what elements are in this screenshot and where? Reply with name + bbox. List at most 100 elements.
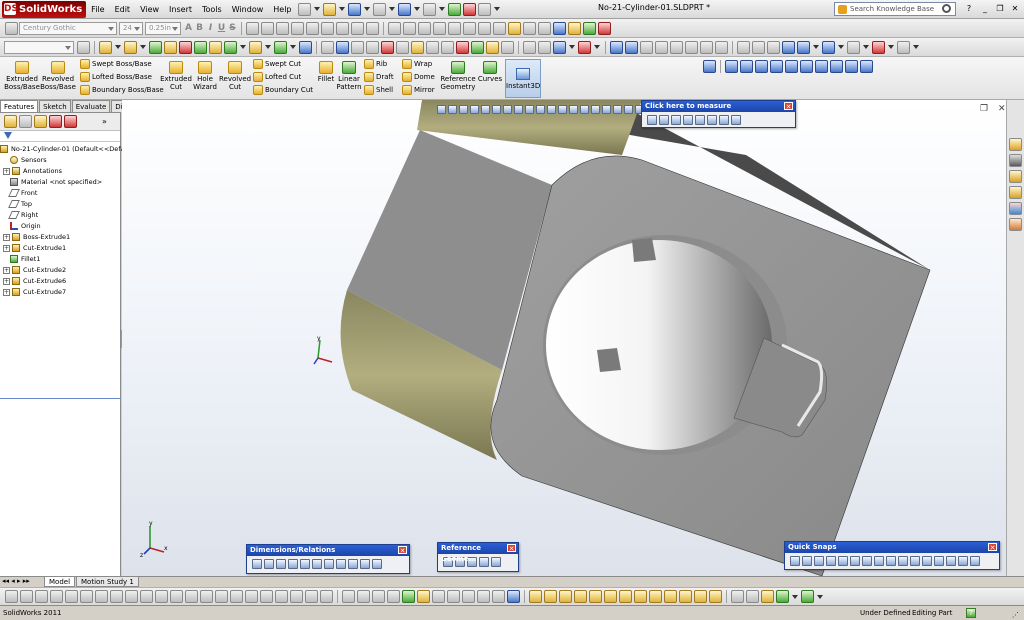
reference-geometry-toolbar-title[interactable]: Reference Geome... ✕ [438, 543, 518, 563]
extrude-icon[interactable] [149, 40, 162, 54]
tangent-snap-icon[interactable] [862, 556, 872, 566]
spacing-combo[interactable]: 0.25in [145, 21, 181, 35]
dome-button[interactable]: Dome [402, 71, 435, 84]
view-setting-dropdown-icon[interactable] [913, 45, 919, 49]
reference-geometry-button[interactable]: Reference Geometry [440, 61, 476, 91]
hide-show-hud-icon[interactable] [503, 104, 512, 114]
measure-toolbar-title[interactable]: Click here to measure ✕ [642, 101, 795, 112]
property-manager-icon[interactable] [19, 115, 32, 128]
instant2d-icon[interactable] [387, 590, 400, 603]
view-settings-hud-icon[interactable] [536, 104, 545, 114]
search-icon[interactable] [942, 4, 951, 13]
lights-icon[interactable] [598, 21, 611, 35]
italic-icon[interactable]: I [205, 23, 216, 33]
tree-node[interactable]: Right [0, 210, 120, 221]
layer-combo[interactable] [4, 40, 74, 54]
realview-hud-icon[interactable] [547, 104, 556, 114]
apply-scene-hud-icon[interactable] [525, 104, 534, 114]
display-relations-icon[interactable] [336, 559, 346, 569]
window-split-icon[interactable] [463, 21, 476, 35]
expand-icon[interactable]: + [3, 288, 10, 296]
select-dropdown-icon[interactable] [438, 7, 445, 11]
normal-to-icon[interactable] [782, 40, 795, 54]
fillet-button[interactable]: Fillet [314, 61, 338, 83]
menu-view[interactable]: View [135, 1, 164, 18]
hole-small-icon[interactable] [619, 590, 632, 603]
zoom-selection-icon[interactable] [366, 40, 379, 54]
curves-button[interactable]: Curves [477, 61, 503, 83]
viewport-restore-icon[interactable]: ❐ [980, 104, 988, 114]
trim-entities-icon[interactable] [260, 590, 273, 603]
save-icon[interactable] [347, 2, 361, 16]
weldment-icon[interactable] [746, 590, 759, 603]
view-trimetric-icon[interactable] [715, 40, 728, 54]
revolved-cut-button[interactable]: Revolved Cut [219, 61, 251, 91]
rectangle-tool-icon[interactable] [35, 590, 48, 603]
menu-help[interactable]: Help [268, 1, 296, 18]
view-hud-icon[interactable] [613, 104, 622, 114]
vertical-snap-icon[interactable] [910, 556, 920, 566]
instant3d-button[interactable]: Instant3D [505, 59, 541, 98]
tab-sketch[interactable]: Sketch [39, 100, 71, 112]
extrude-small-icon[interactable] [529, 590, 542, 603]
options-dropdown-icon[interactable] [493, 7, 500, 11]
open-dropdown-icon[interactable] [338, 7, 345, 11]
ordinate-dimension-icon[interactable] [300, 559, 310, 569]
underline-icon[interactable]: U [216, 23, 227, 33]
expand-icon[interactable]: + [3, 244, 10, 252]
rollback-bar[interactable] [0, 398, 120, 399]
relation-icon[interactable] [538, 21, 551, 35]
view-trimetric-small-icon[interactable] [845, 59, 858, 73]
zoom-fit-icon[interactable] [321, 40, 334, 54]
extend-entities-icon[interactable] [275, 590, 288, 603]
shaded-sketch-contours-icon[interactable] [402, 590, 415, 603]
design-library-icon[interactable] [1009, 154, 1022, 167]
length-snap-icon[interactable] [946, 556, 956, 566]
tab-evaluate[interactable]: Evaluate [71, 100, 111, 112]
loft-small-icon[interactable] [574, 590, 587, 603]
chamfer-icon[interactable] [209, 40, 222, 54]
part-model[interactable] [122, 100, 1006, 576]
horizontal-snap-icon[interactable] [898, 556, 908, 566]
perspective-icon[interactable] [501, 40, 514, 54]
vertical-dimension-icon[interactable] [276, 559, 286, 569]
vertical-point-snap-icon[interactable] [934, 556, 944, 566]
tree-node[interactable]: + Cut-Extrude6 [0, 276, 120, 287]
scene-icon[interactable] [872, 40, 885, 54]
section-view-hud-icon[interactable] [470, 104, 479, 114]
chamfer-dimension-icon[interactable] [312, 559, 322, 569]
panel-expand-icon[interactable]: » [102, 117, 107, 126]
baseline-dimension-icon[interactable] [288, 559, 298, 569]
align-left-icon[interactable] [246, 21, 259, 35]
display-icon[interactable] [583, 21, 596, 35]
view-bottom-icon[interactable] [685, 40, 698, 54]
projection-icon[interactable] [695, 115, 705, 125]
snap-icon[interactable] [538, 40, 551, 54]
angle-snap-icon[interactable] [970, 556, 980, 566]
edit-appearance-dropdown-icon[interactable] [863, 45, 869, 49]
mirror-entities-icon[interactable] [290, 590, 303, 603]
mirror-button[interactable]: Mirror [402, 84, 435, 97]
close-icon[interactable]: ✕ [988, 543, 997, 552]
pan-icon[interactable] [396, 40, 409, 54]
new-icon[interactable] [297, 2, 311, 16]
spline-tool-icon[interactable] [80, 590, 93, 603]
linear-sketch-pattern-icon[interactable] [305, 590, 318, 603]
tree-node[interactable]: Front [0, 188, 120, 199]
bullets-icon[interactable] [291, 21, 304, 35]
quick-snaps-small-icon[interactable] [357, 590, 370, 603]
grid-small-icon[interactable] [432, 590, 445, 603]
dimensions-toolbar-title[interactable]: Dimensions/Relations ✕ [247, 545, 409, 556]
dimxpert-icon[interactable] [360, 559, 370, 569]
undo-dropdown-icon[interactable] [413, 7, 420, 11]
chamfer-small-icon[interactable] [649, 590, 662, 603]
display-style-hud-icon[interactable] [492, 104, 501, 114]
custom-properties-icon[interactable] [1009, 218, 1022, 231]
intersection-snap-icon[interactable] [838, 556, 848, 566]
lofted-boss-button[interactable]: Lofted Boss/Base [80, 71, 152, 84]
rebuild-icon[interactable] [447, 2, 461, 16]
tree-filter[interactable] [0, 131, 120, 142]
sketch-toolbar-icon[interactable] [124, 40, 137, 54]
quick-snaps-toolbar-title[interactable]: Quick Snaps ✕ [785, 542, 999, 553]
shell-button[interactable]: Shell [364, 84, 393, 97]
